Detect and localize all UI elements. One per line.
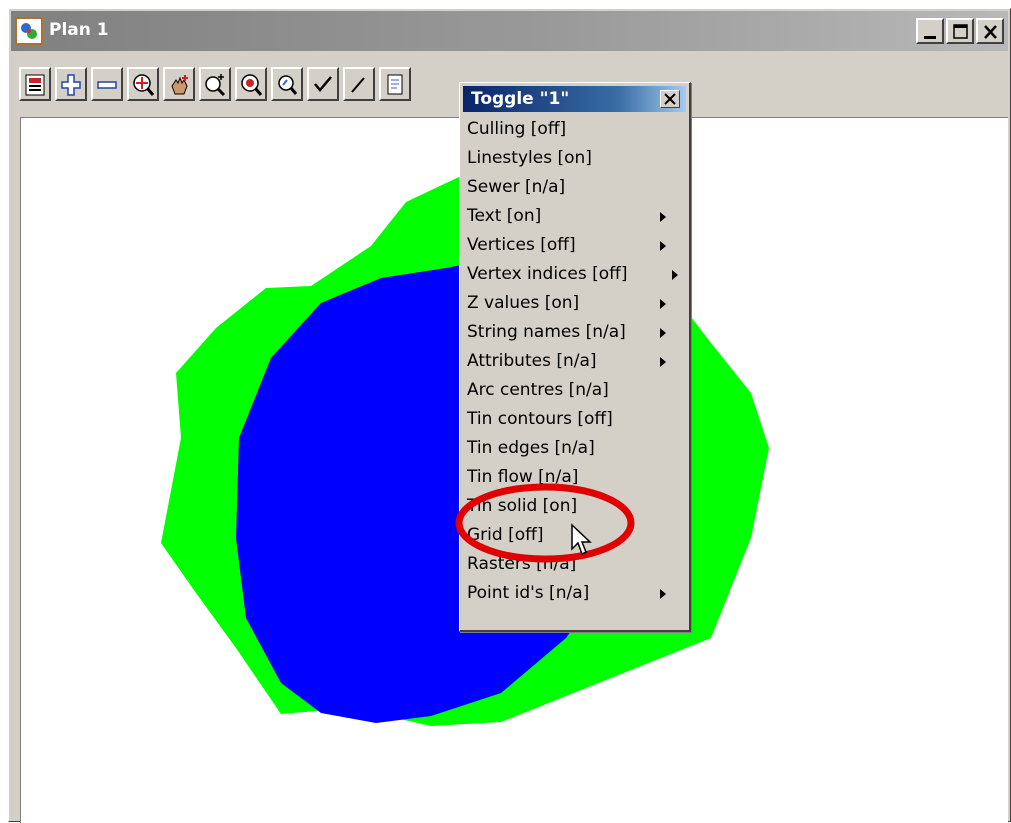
- pan-button[interactable]: [163, 67, 195, 101]
- window-title: Plan 1: [49, 20, 109, 40]
- menu-item-vertices[interactable]: Vertices [off]: [463, 231, 686, 260]
- menu-item-vertex-indices[interactable]: Vertex indices [off]: [463, 260, 686, 289]
- menu-item-sewer[interactable]: Sewer [n/a]: [463, 173, 686, 202]
- search-icon: [278, 75, 298, 95]
- pan-hand-icon: [171, 75, 188, 95]
- toggle-check-icon: [314, 76, 332, 92]
- close-icon: [984, 25, 997, 39]
- fit-view-button[interactable]: [127, 67, 159, 101]
- maximize-button[interactable]: [946, 18, 974, 44]
- maximize-icon: [953, 24, 968, 39]
- window-titlebar[interactable]: Plan 1: [11, 11, 1008, 51]
- menu-item-text[interactable]: Text [on]: [463, 202, 686, 231]
- zoom-window-button[interactable]: [199, 67, 231, 101]
- document-button[interactable]: [379, 67, 411, 101]
- minimize-button[interactable]: [916, 18, 944, 44]
- menu-item-attributes[interactable]: Attributes [n/a]: [463, 347, 686, 376]
- menu-item-culling[interactable]: Culling [off]: [463, 115, 686, 144]
- zoom-extents-button[interactable]: [235, 67, 267, 101]
- submenu-arrow-icon: [660, 589, 666, 599]
- submenu-arrow-icon: [660, 328, 666, 338]
- highlight-circle-annotation: [455, 483, 635, 563]
- submenu-arrow-icon: [660, 357, 666, 367]
- zoom-out-minus-icon: [97, 81, 117, 89]
- menu-item-string-names[interactable]: String names [n/a]: [463, 318, 686, 347]
- submenu-arrow-icon: [672, 270, 678, 280]
- toggle-menu-close-button[interactable]: [660, 90, 680, 108]
- search-button[interactable]: [271, 67, 303, 101]
- toggle-menu-title: Toggle "1": [471, 89, 570, 109]
- zoom-extents-icon: [241, 74, 263, 96]
- toggle-menu-titlebar[interactable]: Toggle "1": [463, 86, 686, 112]
- submenu-arrow-icon: [660, 241, 666, 251]
- menu-item-arc-centres[interactable]: Arc centres [n/a]: [463, 376, 686, 405]
- minimize-icon: [924, 36, 936, 39]
- submenu-arrow-icon: [660, 212, 666, 222]
- document-icon: [387, 74, 403, 95]
- submenu-arrow-icon: [660, 299, 666, 309]
- menu-item-tin-edges[interactable]: Tin edges [n/a]: [463, 434, 686, 463]
- zoom-window-icon: [205, 74, 226, 97]
- mouse-pointer-icon: [571, 523, 592, 556]
- menu-item-point-ids[interactable]: Point id's [n/a]: [463, 579, 686, 608]
- zoom-out-button[interactable]: [91, 67, 123, 101]
- tool-button[interactable]: [343, 67, 375, 101]
- fit-view-icon: [133, 74, 155, 96]
- toggle-button[interactable]: [307, 67, 339, 101]
- close-icon: [664, 93, 676, 105]
- zoom-in-plus-icon: [61, 74, 81, 96]
- plot-icon: [25, 74, 45, 96]
- menu-item-linestyles[interactable]: Linestyles [on]: [463, 144, 686, 173]
- plot-button[interactable]: [19, 67, 51, 101]
- window-controls: [914, 18, 1004, 44]
- tool-icon: [351, 77, 365, 93]
- close-button[interactable]: [976, 18, 1004, 44]
- zoom-in-button[interactable]: [55, 67, 87, 101]
- menu-item-tin-contours[interactable]: Tin contours [off]: [463, 405, 686, 434]
- app-icon[interactable]: [15, 17, 43, 45]
- menu-item-z-values[interactable]: Z values [on]: [463, 289, 686, 318]
